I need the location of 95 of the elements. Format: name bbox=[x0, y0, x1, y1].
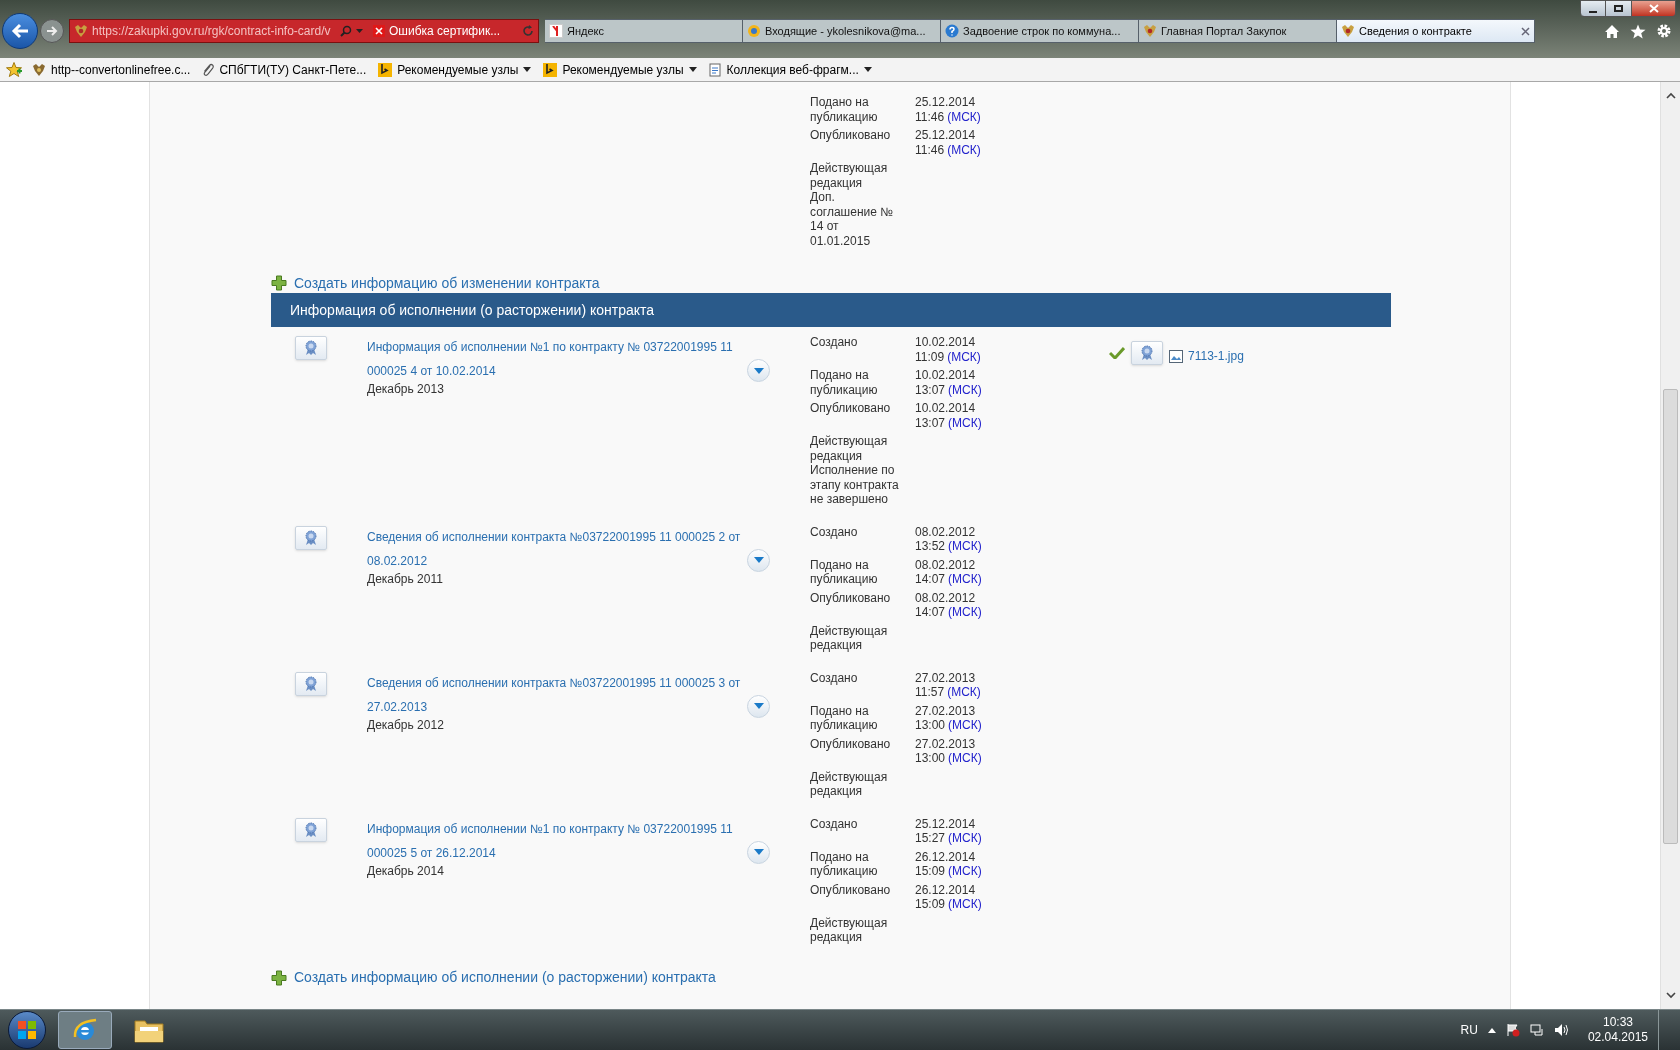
entry-link[interactable]: Информация об исполнении №1 по контракту № 03722001995 11 000025 4 от 10.02.2014 bbox=[367, 335, 741, 383]
entry-period: Декабрь 2014 bbox=[367, 864, 445, 878]
detail-label: Опубликовано bbox=[810, 590, 892, 607]
certificate-error[interactable]: Ошибка сертифик... bbox=[389, 22, 501, 40]
detail-date: 26.12.2014 bbox=[915, 882, 977, 897]
detail-label: Создано bbox=[810, 335, 859, 351]
status-label: Действующая редакция bbox=[810, 769, 889, 799]
address-text: https://zakupki.gov.ru/rgk/contract-info-card/v bbox=[92, 23, 332, 40]
detail-label: Подано на публикацию bbox=[810, 557, 879, 587]
timezone-link[interactable]: (МСК) bbox=[947, 142, 981, 157]
status-label: Действующая редакция bbox=[810, 915, 889, 945]
detail-date: 08.02.2012 bbox=[915, 524, 977, 539]
detail-time: 11:57 bbox=[915, 685, 945, 700]
timezone-link[interactable]: (МСК) bbox=[948, 572, 982, 587]
detail-time: 15:09 bbox=[915, 897, 946, 912]
entry-link[interactable]: Информация об исполнении №1 по контракту № 03722001995 11 000025 5 от 26.12.2014 bbox=[367, 816, 741, 865]
browser-tab[interactable]: Яндекс bbox=[545, 19, 743, 43]
timezone-link[interactable]: (МСК) bbox=[948, 831, 982, 846]
timezone-link[interactable]: (МСК) bbox=[948, 382, 982, 397]
detail-date: 25.12.2014 bbox=[915, 128, 977, 143]
detail-label: Подано на публикацию bbox=[810, 368, 879, 397]
timezone-link[interactable]: (МСК) bbox=[948, 415, 982, 430]
detail-date: 10.02.2014 bbox=[915, 368, 977, 383]
detail-time: 13:07 bbox=[915, 415, 946, 430]
detail-date: 27.02.2013 bbox=[915, 736, 977, 751]
detail-time: 13:52 bbox=[915, 539, 946, 554]
browser-tab[interactable]: Сведения о контракте bbox=[1337, 19, 1535, 43]
detail-date: 10.02.2014 bbox=[915, 335, 977, 350]
entry-link[interactable]: Сведения об исполнении контракта №03722001995 11 000025 3 от 27.02.2013 bbox=[367, 670, 741, 719]
browser-tab[interactable]: Главная Портал Закупок bbox=[1139, 19, 1337, 43]
entry-period: Декабрь 2013 bbox=[367, 383, 445, 396]
browser-tab[interactable]: Входящие - ykolesnikova@ma... bbox=[743, 19, 941, 43]
detail-date: 25.12.2014 bbox=[915, 816, 977, 831]
detail-label: Подано на публикацию bbox=[810, 703, 879, 733]
detail-date: 27.02.2013 bbox=[915, 703, 977, 718]
timezone-link[interactable]: (МСК) bbox=[948, 864, 982, 879]
status-note: Исполнение по этапу контракта не завершено bbox=[810, 463, 900, 507]
status-label: Действующая редакция bbox=[810, 161, 889, 190]
create-change-link[interactable]: Создать информацию об изменении контракта bbox=[294, 272, 600, 294]
tab-title: Задвоение строк по коммуна... bbox=[963, 23, 1121, 39]
status-label: Действующая редакция bbox=[810, 623, 889, 653]
detail-label: Опубликовано bbox=[810, 882, 892, 899]
timezone-link[interactable]: (МСК) bbox=[948, 605, 982, 620]
detail-time: 11:09 bbox=[915, 349, 945, 364]
detail-time: 13:07 bbox=[915, 382, 946, 397]
detail-time: 14:07 bbox=[915, 605, 946, 620]
timezone-link[interactable]: (МСК) bbox=[947, 109, 981, 124]
detail-time: 13:00 bbox=[915, 751, 946, 766]
browser-tab[interactable]: Задвоение строк по коммуна... bbox=[941, 19, 1139, 43]
detail-date: 27.02.2013 bbox=[915, 670, 977, 685]
detail-label: Опубликовано bbox=[810, 736, 892, 753]
section-header: Информация об исполнении (о расторжении) контракта bbox=[271, 293, 1391, 327]
favorite-link[interactable]: Рекомендуемые узлы bbox=[543, 60, 697, 79]
detail-label: Подано на публикацию bbox=[810, 95, 879, 124]
detail-date: 10.02.2014 bbox=[915, 401, 977, 416]
detail-label: Опубликовано bbox=[810, 401, 892, 417]
detail-time: 13:00 bbox=[915, 718, 946, 733]
detail-label: Создано bbox=[810, 670, 859, 687]
detail-date: 08.02.2012 bbox=[915, 590, 977, 605]
detail-time: 11:46 bbox=[915, 109, 945, 124]
status-note: Доп. соглашение № 14 от 01.01.2015 bbox=[810, 190, 895, 248]
detail-date: 25.12.2014 bbox=[915, 95, 977, 110]
create-execution-link[interactable]: Создать информацию об исполнении (о расторжении) контракта bbox=[294, 967, 716, 988]
favorite-link[interactable]: http--convertonlinefree.c... bbox=[32, 60, 191, 79]
timezone-link[interactable]: (МСК) bbox=[948, 539, 982, 554]
detail-label: Создано bbox=[810, 816, 859, 833]
favorite-link[interactable]: Рекомендуемые узлы bbox=[378, 60, 532, 79]
entry-link[interactable]: Сведения об исполнении контракта №03722001995 11 000025 2 от 08.02.2012 bbox=[367, 524, 741, 573]
timezone-link[interactable]: (МСК) bbox=[948, 897, 982, 912]
favorite-link[interactable]: Коллекция веб-фрагм... bbox=[708, 60, 872, 79]
tab-title: Сведения о контракте bbox=[1359, 23, 1472, 39]
entry-period: Декабрь 2012 bbox=[367, 718, 445, 732]
address-bar[interactable]: https://zakupki.gov.ru/rgk/contract-info-card/v Ошибка сертифик... bbox=[69, 19, 539, 43]
detail-time: 11:46 bbox=[915, 142, 945, 157]
language-indicator[interactable]: RU bbox=[1460, 1021, 1478, 1039]
detail-time: 14:07 bbox=[915, 572, 946, 587]
detail-label: Подано на публикацию bbox=[810, 849, 879, 879]
clock[interactable]: 10:33 02.04.2015 bbox=[1587, 1015, 1648, 1045]
timezone-link[interactable]: (МСК) bbox=[948, 751, 982, 766]
timezone-link[interactable]: (МСК) bbox=[947, 349, 981, 364]
detail-time: 15:09 bbox=[915, 864, 946, 879]
timezone-link[interactable]: (МСК) bbox=[947, 685, 981, 700]
detail-date: 08.02.2012 bbox=[915, 557, 977, 572]
status-label: Действующая редакция bbox=[810, 434, 889, 463]
tab-title: Входящие - ykolesnikova@ma... bbox=[765, 23, 926, 39]
favorite-link[interactable]: СПбГТИ(ТУ) Санкт-Пете... bbox=[202, 60, 367, 79]
detail-time: 15:27 bbox=[915, 831, 946, 846]
entry-period: Декабрь 2011 bbox=[367, 572, 444, 586]
detail-label: Опубликовано bbox=[810, 128, 892, 144]
attachment-link[interactable]: 7113-1.jpg bbox=[1188, 347, 1244, 365]
tab-title: Яндекс bbox=[567, 23, 604, 39]
timezone-link[interactable]: (МСК) bbox=[948, 718, 982, 733]
detail-date: 26.12.2014 bbox=[915, 849, 977, 864]
detail-label: Создано bbox=[810, 524, 859, 541]
tab-title: Главная Портал Закупок bbox=[1161, 23, 1287, 39]
